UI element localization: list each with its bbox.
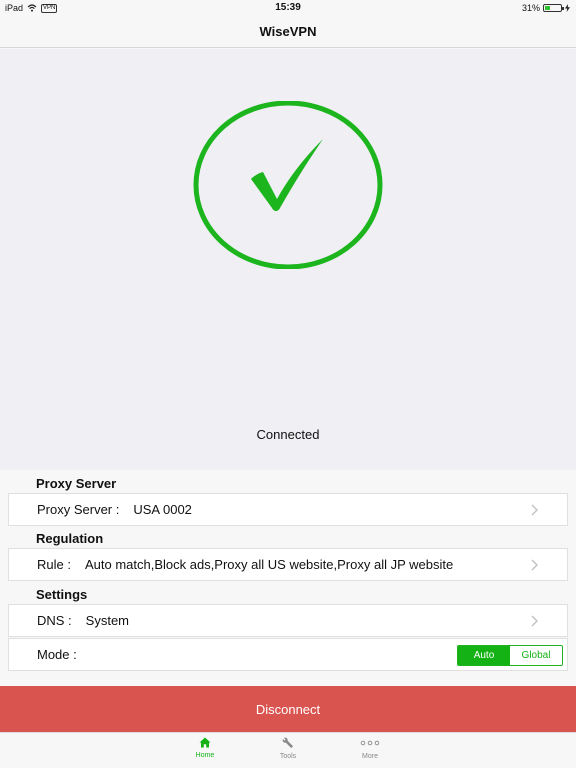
dns-value: System bbox=[85, 613, 130, 628]
clock: 15:39 bbox=[275, 2, 301, 13]
rule-value: Auto match,Block ads,Proxy all US websit… bbox=[84, 557, 454, 572]
chevron-right-icon bbox=[531, 559, 539, 571]
tab-home[interactable]: Home bbox=[175, 737, 235, 759]
section-header-settings: Settings bbox=[36, 587, 88, 602]
dns-row[interactable]: DNS : System bbox=[8, 604, 568, 637]
navigation-bar: WiseVPN bbox=[0, 16, 576, 48]
charging-bolt-icon bbox=[565, 4, 570, 12]
tab-tools-label: Tools bbox=[279, 753, 297, 760]
mode-option-auto[interactable]: Auto bbox=[458, 646, 510, 665]
wrench-icon bbox=[282, 737, 293, 748]
connected-checkmark-icon[interactable] bbox=[193, 101, 383, 269]
mode-label: Mode : bbox=[37, 647, 77, 662]
mode-row: Mode : Auto Global bbox=[8, 638, 568, 671]
battery-icon bbox=[543, 4, 564, 12]
home-icon bbox=[199, 737, 211, 748]
battery-percent: 31% bbox=[521, 3, 540, 13]
more-dots-icon bbox=[360, 740, 380, 746]
rule-label: Rule : bbox=[37, 557, 71, 572]
tab-more-label: More bbox=[362, 753, 378, 760]
status-bar: iPad VPN 15:39 31% bbox=[0, 0, 576, 16]
disconnect-button[interactable]: Disconnect bbox=[0, 686, 576, 732]
dns-label: DNS : bbox=[37, 613, 72, 628]
chevron-right-icon bbox=[531, 504, 539, 516]
rule-row[interactable]: Rule : Auto match,Block ads,Proxy all US… bbox=[8, 548, 568, 581]
proxy-server-label: Proxy Server : bbox=[37, 502, 120, 517]
proxy-server-value: USA 0002 bbox=[133, 502, 192, 517]
mode-option-global[interactable]: Global bbox=[510, 646, 562, 665]
chevron-right-icon bbox=[531, 615, 539, 627]
connection-status-panel: Connected bbox=[0, 49, 576, 470]
connection-status-text: Connected bbox=[256, 427, 320, 442]
status-bar-right: 31% bbox=[522, 3, 570, 13]
tab-home-label: Home bbox=[195, 752, 215, 759]
section-header-proxy-server: Proxy Server bbox=[36, 476, 117, 491]
nav-title: WiseVPN bbox=[259, 24, 317, 39]
tab-bar: Home Tools More bbox=[0, 732, 576, 768]
proxy-server-row[interactable]: Proxy Server : USA 0002 bbox=[8, 493, 568, 526]
tab-tools[interactable]: Tools bbox=[258, 737, 318, 760]
mode-segmented-control[interactable]: Auto Global bbox=[457, 645, 563, 666]
tab-more[interactable]: More bbox=[340, 737, 400, 760]
section-header-regulation: Regulation bbox=[36, 531, 104, 546]
